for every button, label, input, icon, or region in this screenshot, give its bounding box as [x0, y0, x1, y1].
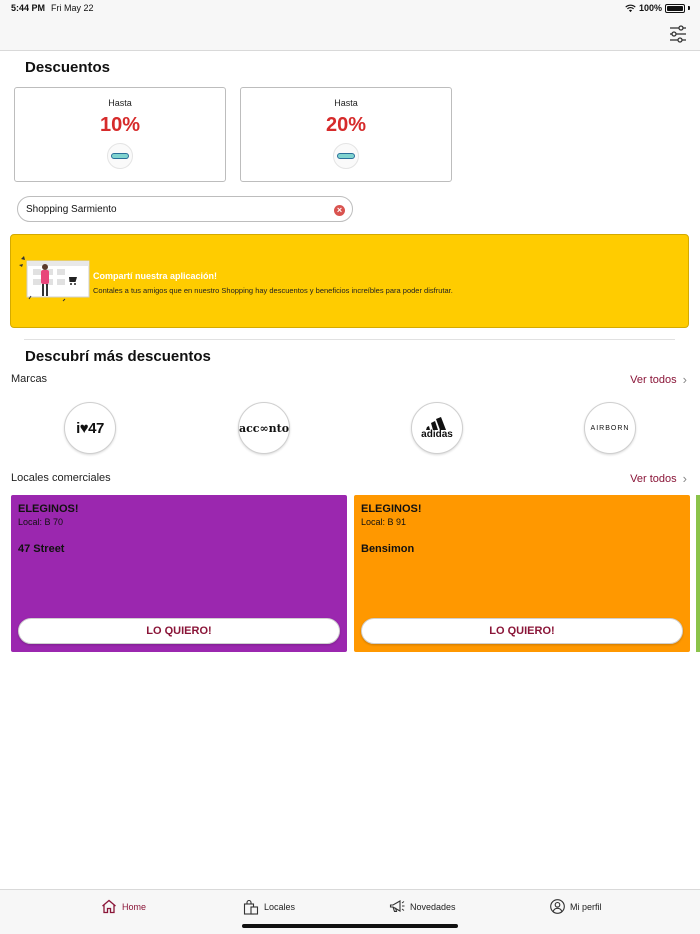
- banner-title: Compartí nuestra aplicación!: [93, 271, 218, 281]
- filter-sliders-icon[interactable]: [668, 24, 688, 44]
- section-divider: [24, 339, 675, 340]
- discount-card[interactable]: Hasta 20%: [240, 87, 452, 182]
- lo-quiero-button[interactable]: LO QUIERO!: [18, 618, 340, 644]
- adidas-logo: adidas: [421, 416, 453, 440]
- next-store-card-peek[interactable]: [696, 495, 700, 652]
- brand-logo-text: i♥47: [76, 419, 104, 437]
- search-value: Shopping Sarmiento: [26, 204, 117, 215]
- shopping-logo-icon: [333, 143, 359, 169]
- battery-percent: 100%: [638, 3, 662, 13]
- brands-see-all-link[interactable]: Ver todos ›: [630, 372, 687, 387]
- navigation-bar: [0, 18, 700, 51]
- tab-label: Home: [122, 901, 147, 912]
- status-bar: 5:44 PM Fri May 22 100%: [0, 0, 700, 18]
- chevron-right-icon: ›: [682, 372, 687, 387]
- share-app-banner[interactable]: Compartí nuestra aplicación! Contales a …: [10, 234, 689, 328]
- home-indicator: [242, 924, 458, 928]
- status-date: Fri May 22: [51, 3, 94, 13]
- tab-label: Locales: [264, 902, 296, 912]
- clear-icon[interactable]: ×: [334, 205, 345, 216]
- stores-label: Locales comerciales: [11, 472, 111, 484]
- tab-label: Mi perfil: [570, 901, 602, 912]
- discount-percent: 10%: [99, 114, 141, 136]
- tab-novedades[interactable]: Novedades: [389, 899, 456, 914]
- chevron-right-icon: ›: [682, 471, 687, 486]
- brand-accento[interactable]: acc∞nto: [238, 402, 290, 454]
- lo-quiero-button[interactable]: LO QUIERO!: [361, 618, 683, 644]
- brand-adidas[interactable]: adidas: [411, 402, 463, 454]
- home-screen: 5:44 PM Fri May 22 100% Descuentos Hasta…: [0, 0, 700, 934]
- stores-see-all-link[interactable]: Ver todos ›: [630, 471, 687, 486]
- store-name: Bensimon: [361, 543, 415, 555]
- see-all-label: Ver todos: [630, 373, 677, 386]
- discount-card[interactable]: Hasta 10%: [14, 87, 226, 182]
- profile-icon: [550, 899, 565, 914]
- brand-airborn[interactable]: AIRBORN: [584, 402, 636, 454]
- store-local: Local: B 70: [18, 517, 64, 527]
- brand-logo-text: AIRBORN: [590, 424, 630, 432]
- store-local: Local: B 91: [361, 517, 407, 527]
- store-promo: ELEGINOS!: [18, 503, 79, 515]
- battery-icon: [665, 3, 685, 13]
- status-time: 5:44 PM: [11, 3, 46, 13]
- discounts-title: Descuentos: [25, 59, 111, 76]
- adidas-stripes-icon: [426, 416, 446, 430]
- tab-locales[interactable]: Locales: [243, 899, 295, 915]
- discount-label: Hasta: [334, 98, 358, 108]
- brand-logo-text: acc∞nto: [238, 421, 290, 435]
- status-right: 100%: [625, 3, 690, 13]
- store-card[interactable]: ELEGINOS! Local: B 70 47 Street LO QUIER…: [11, 495, 347, 652]
- brand-i-love-47[interactable]: i♥47: [64, 402, 116, 454]
- share-illustration-icon: [19, 256, 90, 302]
- banner-body: Contales a tus amigos que en nuestro Sho…: [93, 286, 453, 295]
- shopping-logo-icon: [107, 143, 133, 169]
- wifi-icon: [625, 4, 636, 12]
- home-icon: [102, 899, 116, 914]
- brands-label: Marcas: [11, 373, 48, 385]
- discount-label: Hasta: [108, 98, 132, 108]
- brand-logo-text: adidas: [421, 428, 453, 440]
- store-name: 47 Street: [18, 543, 65, 555]
- megaphone-icon: [389, 900, 405, 913]
- discount-percent: 20%: [325, 114, 367, 136]
- battery-tip: [688, 6, 690, 10]
- tab-home[interactable]: Home: [101, 899, 146, 914]
- shopping-bag-icon: [243, 899, 259, 915]
- discover-title: Descubrí más descuentos: [25, 348, 211, 365]
- store-promo: ELEGINOS!: [361, 503, 422, 515]
- shopping-search-input[interactable]: Shopping Sarmiento ×: [17, 196, 353, 222]
- tab-mi-perfil[interactable]: Mi perfil: [550, 899, 602, 914]
- tab-label: Novedades: [410, 901, 456, 912]
- see-all-label: Ver todos: [630, 472, 677, 485]
- store-card[interactable]: ELEGINOS! Local: B 91 Bensimon LO QUIERO…: [354, 495, 690, 652]
